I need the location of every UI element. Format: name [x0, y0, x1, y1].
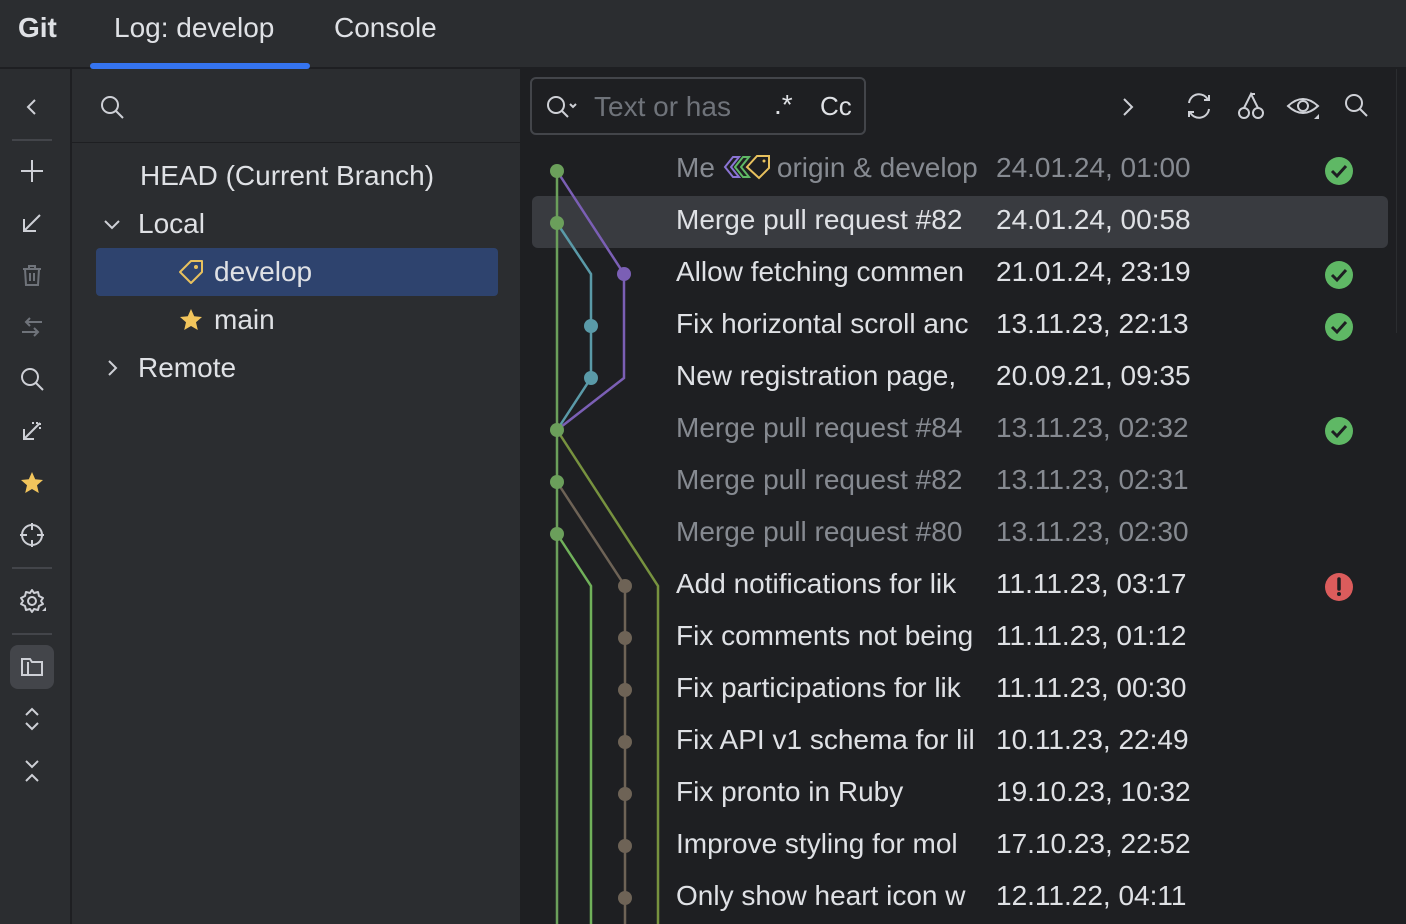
chevron-right-icon[interactable] [1116, 93, 1140, 121]
target-icon [20, 523, 44, 547]
error-icon [1325, 573, 1353, 601]
chevron-left-icon [26, 99, 36, 115]
search-branch-button[interactable] [10, 357, 54, 401]
commit-graph [550, 164, 660, 924]
tool-window-title: Git [18, 12, 57, 43]
regex-toggle[interactable]: .* [774, 89, 793, 121]
compare-branches-button[interactable] [10, 305, 54, 349]
commit-date: 13.11.23, 02:32 [996, 412, 1189, 443]
commit-subject: Me origin & develop [676, 152, 978, 183]
diff-arrow-icon [23, 422, 41, 440]
star-icon [180, 309, 202, 330]
tree-item-label: HEAD (Current Branch) [140, 160, 435, 191]
tab-console[interactable]: Console [334, 12, 437, 44]
left-toolbar [0, 69, 71, 924]
check-success-icon [1325, 261, 1353, 289]
cherry-pick-icon[interactable] [1234, 89, 1268, 123]
commit-date: 24.01.24, 01:00 [996, 152, 1191, 183]
tab-log-develop[interactable]: Log: develop [114, 12, 274, 44]
check-success-icon [1325, 313, 1353, 341]
commit-date: 11.11.23, 01:12 [996, 620, 1187, 651]
delete-branch-button[interactable] [10, 253, 54, 297]
commit-refs: origin & develop [776, 152, 978, 183]
eye-icon[interactable] [1286, 89, 1320, 123]
branch-name: develop [214, 256, 313, 287]
chevron-down-icon[interactable] [100, 212, 124, 236]
toolbar-separator [12, 139, 52, 141]
commit-date: 13.11.23, 02:30 [996, 516, 1189, 547]
new-branch-button[interactable] [10, 149, 54, 193]
search-icon [21, 368, 44, 391]
commit-log-panel: Text or has .* Cc Me origin & develop 24.… [524, 69, 1406, 924]
commit-date: 17.10.23, 22:52 [996, 828, 1191, 859]
toggle-branches-panel-button[interactable] [10, 645, 54, 689]
star-icon [21, 472, 43, 493]
commit-date: 24.01.24, 00:58 [996, 204, 1191, 235]
commit-date: 11.11.23, 00:30 [996, 672, 1187, 703]
commit-subject: Improve styling for mol [676, 828, 958, 859]
commit-subject: Merge pull request #82 [676, 464, 963, 495]
merge-arrows-icon [22, 317, 42, 337]
branch-item-develop[interactable]: develop [176, 248, 312, 296]
commit-date: 13.11.23, 02:31 [996, 464, 1189, 495]
branch-tags-icon [723, 155, 770, 180]
commit-subject: New registration page, [676, 360, 957, 391]
tree-item-local[interactable]: Local [100, 200, 205, 248]
commit-subject: Fix participations for lik [676, 672, 961, 703]
commit-date: 13.11.23, 22:13 [996, 308, 1189, 339]
toolbar-separator [12, 567, 52, 569]
commit-subject: Merge pull request #80 [676, 516, 963, 547]
tool-window-header: Git Log: develop Console [0, 0, 1406, 69]
update-button[interactable] [10, 201, 54, 245]
search-icon [101, 96, 124, 119]
plus-icon [21, 160, 43, 182]
commit-date: 12.11.22, 04:11 [996, 880, 1187, 911]
branch-name: main [214, 304, 275, 335]
expand-icon [25, 707, 39, 731]
tree-item-label: Remote [138, 352, 237, 383]
commit-subject: Fix comments not being [676, 620, 974, 651]
show-diff-button[interactable] [10, 409, 54, 453]
commit-subject: Fix horizontal scroll anc [676, 308, 969, 339]
tree-item-label: Local [138, 208, 205, 239]
settings-button[interactable] [10, 579, 54, 623]
commit-subject: Merge pull request #84 [676, 412, 963, 443]
commit-subject: Only show heart icon w [676, 880, 966, 911]
branch-search[interactable] [72, 69, 522, 143]
branch-item-main[interactable]: main [176, 296, 275, 344]
toolbar-separator [12, 633, 52, 635]
collapse-all-icon [25, 760, 39, 782]
trash-icon [23, 265, 41, 286]
commit-subject: Merge pull request #82 [676, 204, 963, 235]
refresh-icon[interactable] [1182, 89, 1216, 123]
tree-item-head[interactable]: HEAD (Current Branch) [140, 152, 434, 200]
check-success-icon [1325, 157, 1353, 185]
match-case-toggle[interactable]: Cc [820, 91, 852, 122]
expand-all-button[interactable] [10, 697, 54, 741]
gear-icon [20, 589, 46, 613]
commit-subject: Add notifications for lik [676, 568, 957, 599]
commit-subject: Allow fetching commen [676, 256, 964, 287]
commit-date: 10.11.23, 22:49 [996, 724, 1189, 755]
chevron-right-icon[interactable] [100, 356, 124, 380]
check-success-icon [1325, 417, 1353, 445]
commit-date: 11.11.23, 03:17 [996, 568, 1187, 599]
collapse-panel-button[interactable] [10, 85, 54, 129]
scrollbar[interactable] [1396, 69, 1406, 333]
branches-panel-icon [21, 658, 43, 676]
arrow-down-left-icon [23, 214, 41, 232]
favorite-button[interactable] [10, 461, 54, 505]
commit-subject: Fix API v1 schema for lil [676, 724, 975, 755]
commit-date: 21.01.24, 23:19 [996, 256, 1191, 287]
tree-item-remote[interactable]: Remote [100, 344, 236, 392]
search-icon[interactable] [1340, 89, 1374, 123]
tag-icon [179, 260, 203, 284]
navigate-log-button[interactable] [10, 513, 54, 557]
collapse-all-button[interactable] [10, 749, 54, 793]
commit-subject: Fix pronto in Ruby [676, 776, 904, 807]
branches-panel: HEAD (Current Branch) Local develop main… [72, 69, 522, 924]
commit-date: 19.10.23, 10:32 [996, 776, 1191, 807]
commit-date: 20.09.21, 09:35 [996, 360, 1191, 391]
